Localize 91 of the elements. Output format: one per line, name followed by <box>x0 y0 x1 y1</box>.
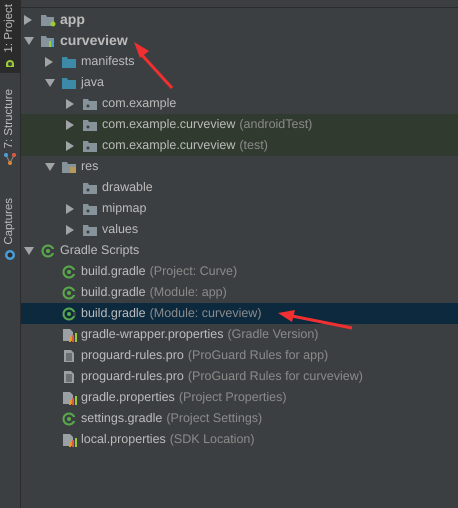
tree-row[interactable]: mipmap <box>21 198 458 219</box>
tree-row[interactable]: drawable <box>21 177 458 198</box>
module-folder-icon <box>40 12 56 26</box>
tree-row[interactable]: app <box>21 9 458 30</box>
tree-row[interactable]: proguard-rules.pro (ProGuard Rules for app) <box>21 345 458 366</box>
item-label: build.gradle <box>81 305 146 322</box>
camera-icon <box>4 248 16 261</box>
item-label: values <box>102 221 138 238</box>
package-folder-icon <box>82 118 98 132</box>
tool-tab[interactable]: Captures <box>0 194 20 265</box>
tree-row[interactable]: build.gradle (Module: app) <box>21 282 458 303</box>
properties-file-icon <box>61 432 77 446</box>
collapsed-arrow-icon[interactable] <box>66 98 74 108</box>
tree-row[interactable]: gradle-wrapper.properties (Gradle Version) <box>21 324 458 345</box>
item-label: com.example.curveview <box>102 116 236 134</box>
gradle-icon <box>61 286 77 300</box>
item-note: (SDK Location) <box>170 431 255 448</box>
item-label: res <box>81 158 98 176</box>
expanded-arrow-icon[interactable] <box>45 78 55 86</box>
item-label: gradle.properties <box>81 389 175 406</box>
tree-row[interactable]: manifests <box>21 51 458 72</box>
item-label: proguard-rules.pro <box>81 347 184 364</box>
collapsed-arrow-icon[interactable] <box>66 204 74 214</box>
tree-row[interactable]: values <box>21 219 458 240</box>
properties-file-icon <box>61 328 77 342</box>
item-label: manifests <box>81 53 134 70</box>
item-label: com.example.curveview <box>102 137 236 154</box>
item-label: proguard-rules.pro <box>81 368 184 386</box>
folder-icon <box>61 54 77 68</box>
item-label: java <box>81 74 104 92</box>
item-note: (Module: app) <box>150 284 227 302</box>
tree-row[interactable]: settings.gradle (Project Settings) <box>21 408 458 429</box>
item-note: (Project Properties) <box>178 389 286 406</box>
item-label: curveview <box>60 31 128 50</box>
expanded-arrow-icon[interactable] <box>24 246 34 254</box>
package-folder-icon <box>82 222 98 236</box>
tree-row[interactable]: com.example.curveview (test) <box>21 135 458 156</box>
module-folder-icon <box>40 34 56 48</box>
item-note: (androidTest) <box>239 116 312 134</box>
item-note: (test) <box>239 137 268 154</box>
item-label: build.gradle <box>81 263 146 280</box>
collapsed-arrow-icon[interactable] <box>24 14 32 24</box>
item-note: (Project: Curve) <box>150 263 238 280</box>
collapsed-arrow-icon[interactable] <box>45 56 53 66</box>
expanded-arrow-icon[interactable] <box>24 36 34 44</box>
item-label: build.gradle <box>81 284 146 302</box>
structure-icon <box>4 152 16 166</box>
tree-row[interactable]: com.example.curveview (androidTest) <box>21 114 458 135</box>
collapsed-arrow-icon[interactable] <box>66 120 74 130</box>
item-note: (ProGuard Rules for app) <box>188 347 328 364</box>
item-note: (Module: curveview) <box>150 305 262 322</box>
item-label: app <box>60 10 85 29</box>
package-folder-icon <box>82 138 98 152</box>
item-label: com.example <box>102 95 176 112</box>
item-label: gradle-wrapper.properties <box>81 326 224 344</box>
gradle-icon <box>61 264 77 278</box>
tool-tab[interactable]: 1: Project <box>0 0 20 73</box>
text-file-icon <box>61 370 77 384</box>
package-folder-icon <box>82 180 98 194</box>
item-note: (Project Settings) <box>166 410 262 428</box>
tree-row[interactable]: local.properties (SDK Location) <box>21 429 458 450</box>
item-label: local.properties <box>81 431 166 448</box>
tree-row[interactable]: curveview <box>21 30 458 51</box>
properties-file-icon <box>61 390 77 404</box>
annotation-arrow <box>132 40 176 90</box>
item-label: drawable <box>102 179 153 196</box>
tool-tab[interactable]: 7: Structure <box>0 84 20 170</box>
tree-row[interactable]: res <box>21 156 458 177</box>
tree-row[interactable]: Gradle Scripts <box>21 240 458 261</box>
item-label: settings.gradle <box>81 410 162 428</box>
tree-row[interactable]: com.example <box>21 93 458 114</box>
collapsed-arrow-icon[interactable] <box>66 224 74 234</box>
item-label: mipmap <box>102 200 146 218</box>
gradle-icon <box>61 306 77 320</box>
tree-row[interactable]: build.gradle (Project: Curve) <box>21 261 458 282</box>
item-note: (Gradle Version) <box>227 326 318 344</box>
collapsed-arrow-icon[interactable] <box>66 140 74 150</box>
package-folder-icon <box>82 96 98 110</box>
expanded-arrow-icon[interactable] <box>45 162 55 170</box>
resource-folder-icon <box>61 160 77 174</box>
tree-row[interactable]: java <box>21 72 458 93</box>
item-label: Gradle Scripts <box>60 242 140 260</box>
text-file-icon <box>61 348 77 362</box>
package-folder-icon <box>82 202 98 216</box>
gradle-icon <box>40 244 56 258</box>
tree-row[interactable]: gradle.properties (Project Properties) <box>21 387 458 408</box>
gradle-icon <box>61 412 77 426</box>
tree-row[interactable]: build.gradle (Module: curveview) <box>21 303 458 324</box>
item-note: (ProGuard Rules for curveview) <box>188 368 363 386</box>
tree-row[interactable]: proguard-rules.pro (ProGuard Rules for curveview) <box>21 366 458 387</box>
folder-icon <box>61 76 77 90</box>
